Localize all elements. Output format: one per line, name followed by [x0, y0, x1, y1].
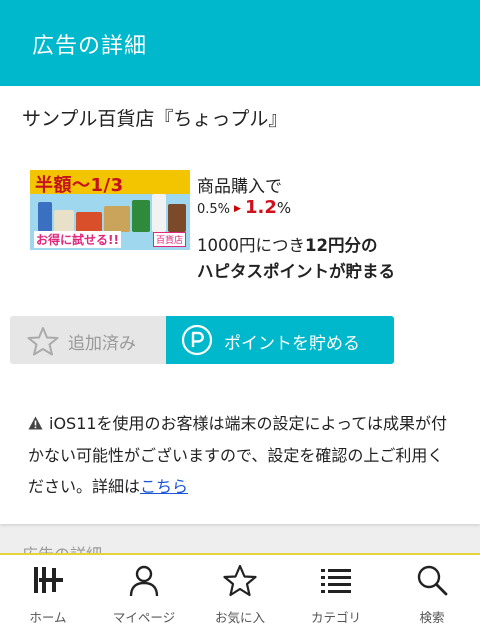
- purchase-label: 商品購入で: [197, 177, 282, 197]
- added-label: 追加済み: [68, 334, 136, 354]
- banner-product: [54, 210, 74, 232]
- banner-store-label: 百貨店: [152, 232, 186, 247]
- rate-new: 1.2: [244, 197, 277, 218]
- banner-tagline: お得に試せる!!: [34, 231, 121, 248]
- banner-product: [132, 200, 150, 232]
- person-icon: [129, 565, 159, 597]
- warning-icon: [28, 409, 43, 440]
- search-icon: [417, 565, 448, 596]
- point-p-icon: [181, 324, 213, 360]
- earn-points-label: ポイントを貯める: [224, 334, 360, 354]
- banner-headline: 半額〜1/3: [35, 175, 124, 196]
- list-icon: [321, 569, 351, 593]
- rate-arrow-icon: ▶: [234, 204, 241, 214]
- page-title: 広告の詳細: [32, 34, 148, 59]
- tab-search[interactable]: 検索: [384, 555, 480, 631]
- added-to-favorites-button[interactable]: 追加済み: [10, 316, 166, 364]
- tab-category-label: カテゴリ: [310, 610, 361, 625]
- tab-mypage[interactable]: マイページ: [96, 555, 192, 631]
- reward-amount: 12円分の: [305, 236, 378, 255]
- star-outline-icon: [26, 326, 60, 360]
- rate-old: 0.5%: [197, 202, 231, 217]
- home-icon: [34, 567, 63, 593]
- banner-product: [152, 194, 166, 232]
- shop-name: サンプル百貨店『ちょっプル』: [22, 108, 288, 130]
- tab-favorites[interactable]: お気に入: [192, 555, 288, 631]
- banner-product: [76, 212, 102, 232]
- reward-prefix: 1000円につき: [197, 236, 305, 255]
- tab-home-label: ホーム: [29, 610, 67, 625]
- bottom-tab-bar: ホーム マイページ お気に入 カテゴリ 検索: [0, 553, 480, 631]
- tab-favorites-label: お気に入: [214, 610, 265, 625]
- app-header: 広告の詳細: [0, 0, 480, 86]
- tab-mypage-label: マイページ: [112, 610, 176, 625]
- banner-product: [104, 206, 130, 232]
- tab-home[interactable]: ホーム: [0, 555, 96, 631]
- banner-product: [38, 202, 52, 232]
- rate-unit: %: [276, 199, 292, 217]
- offer-banner-image: 半額〜1/3 お得に試せる!! 百貨店: [30, 170, 190, 250]
- tab-search-label: 検索: [419, 610, 445, 625]
- offer-card: サンプル百貨店『ちょっプル』 半額〜1/3 お得に試せる!! 百貨店 商品購入で…: [0, 86, 480, 524]
- reward-line2: ハピタスポイントが貯まる: [197, 262, 395, 281]
- point-rate: 0.5% ▶ 1.2%: [197, 197, 291, 218]
- banner-product: [168, 204, 186, 232]
- reward-description: 1000円につき12円分の ハピタスポイントが貯まる: [197, 233, 395, 285]
- earn-points-button[interactable]: ポイントを貯める: [166, 316, 394, 364]
- tab-category[interactable]: カテゴリ: [288, 555, 384, 631]
- notice-text: iOS11を使用のお客様は端末の設定によっては成果が付かない可能性がございますの…: [28, 414, 447, 496]
- star-icon: [223, 564, 257, 597]
- ios-notice: iOS11を使用のお客様は端末の設定によっては成果が付かない可能性がございますの…: [28, 408, 458, 502]
- notice-details-link[interactable]: こちら: [140, 477, 188, 496]
